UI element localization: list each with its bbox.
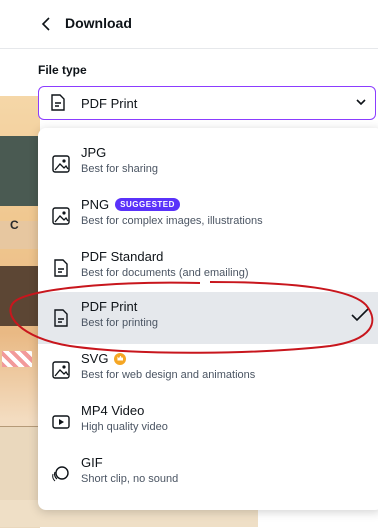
- option-name: MP4 Video: [81, 403, 145, 418]
- option-name: JPG: [81, 145, 107, 160]
- image-icon: [52, 207, 70, 225]
- suggested-badge: SUGGESTED: [115, 198, 180, 211]
- option-gif[interactable]: GIF Short clip, no sound: [38, 448, 378, 498]
- file-type-label: File type: [38, 63, 87, 77]
- option-description: Short clip, no sound: [81, 473, 179, 485]
- option-name: PDF Standard: [81, 249, 164, 264]
- option-mp4-video[interactable]: MP4 Video High quality video: [38, 396, 378, 446]
- chevron-down-icon: [356, 99, 366, 106]
- option-name: PNG: [81, 197, 110, 212]
- option-name: SVG: [81, 351, 109, 366]
- image-icon: [52, 361, 70, 379]
- option-description: Best for documents (and emailing): [81, 267, 249, 279]
- option-description: Best for sharing: [81, 163, 159, 175]
- file-type-select[interactable]: PDF Print: [38, 86, 376, 120]
- option-png[interactable]: PNG SUGGESTED Best for complex images, i…: [38, 190, 378, 240]
- option-jpg[interactable]: JPG Best for sharing: [38, 138, 378, 188]
- image-icon: [52, 155, 70, 173]
- download-header: Download: [0, 0, 378, 49]
- gif-icon: [52, 466, 69, 482]
- document-icon: [54, 309, 68, 327]
- crown-icon: [114, 352, 127, 365]
- option-pdf-print[interactable]: PDF Print Best for printing: [38, 292, 378, 344]
- option-description: Best for complex images, illustrations: [81, 215, 263, 227]
- back-button[interactable]: [36, 14, 56, 34]
- file-type-selected-value: PDF Print: [81, 96, 138, 111]
- option-svg[interactable]: SVG Best for web design and animations: [38, 344, 378, 394]
- option-name: PDF Print: [81, 299, 138, 314]
- canvas-letter: C: [10, 218, 19, 232]
- canvas-background-art: C: [0, 96, 40, 528]
- option-description: Best for web design and animations: [81, 369, 256, 381]
- document-icon: [54, 259, 68, 277]
- checkmark-icon: [351, 308, 369, 322]
- panel-title: Download: [65, 15, 132, 31]
- option-pdf-standard[interactable]: PDF Standard Best for documents (and ema…: [38, 242, 378, 292]
- option-description: High quality video: [81, 421, 168, 433]
- document-icon: [51, 94, 65, 111]
- option-name: GIF: [81, 455, 103, 470]
- chevron-left-icon: [41, 17, 50, 31]
- file-type-dropdown: JPG Best for sharing PNG SUGGESTED Best …: [38, 128, 378, 510]
- video-icon: [52, 415, 70, 429]
- option-description: Best for printing: [81, 317, 159, 329]
